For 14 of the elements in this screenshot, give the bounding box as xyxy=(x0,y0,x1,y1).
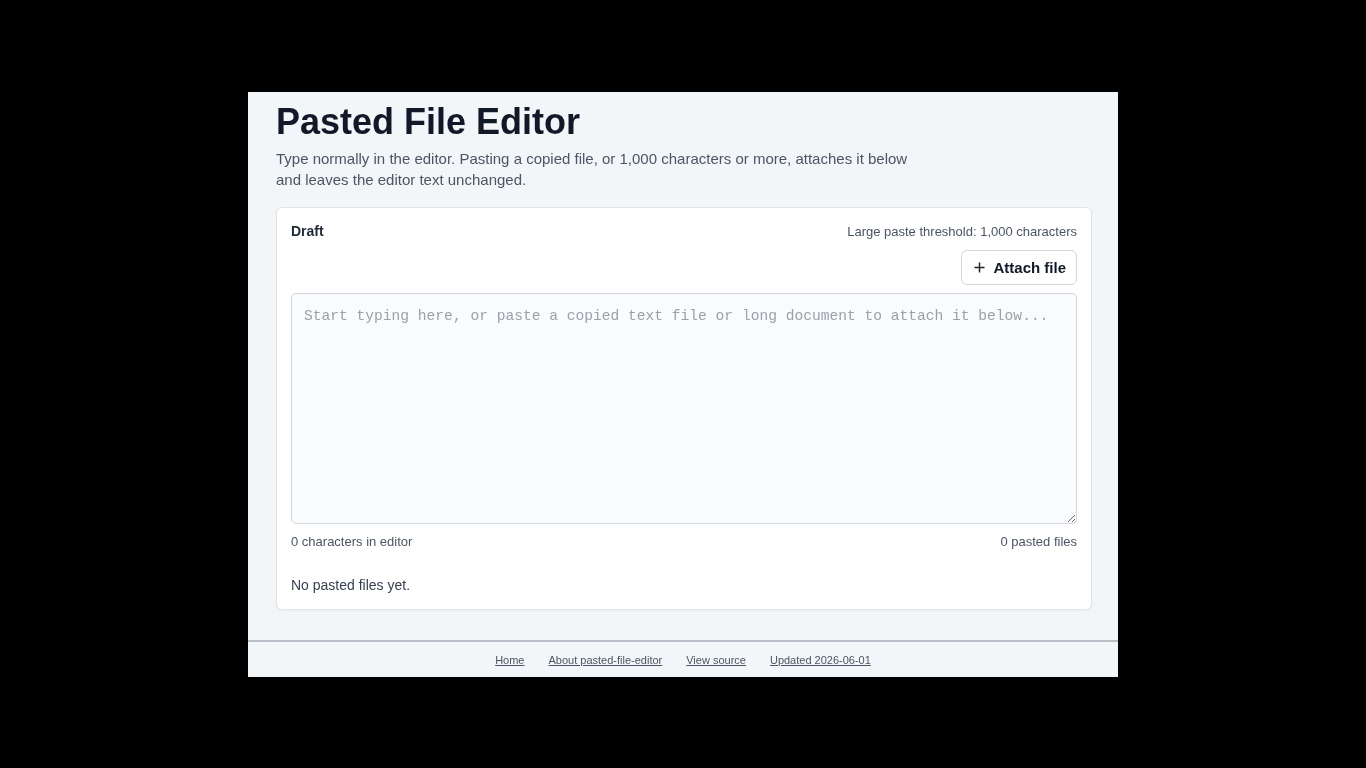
page-description: Type normally in the editor. Pasting a copied file, or 1,000 characters or more, attaches it below and leaves the editor text unchanged. xyxy=(276,149,909,190)
footer-link[interactable]: Home xyxy=(495,653,525,666)
footer-link[interactable]: Updated 2026-06-01 xyxy=(769,653,871,666)
draft-title: Draft xyxy=(291,223,324,239)
footer-link[interactable]: About pasted-file-editor xyxy=(548,653,663,666)
pasted-files-count: 0 pasted files xyxy=(1000,533,1077,549)
page-title: Pasted File Editor xyxy=(276,100,582,144)
text-editor-field[interactable]: Start typing here, or paste a copied text file or long document to attach it below... xyxy=(291,293,1077,524)
character-count: 0 characters in editor xyxy=(291,533,413,549)
attach-file-button[interactable]: Attach file xyxy=(961,250,1077,285)
threshold-text: Large paste threshold: 1,000 characters xyxy=(847,223,1077,239)
footer-link[interactable]: View source xyxy=(686,653,746,666)
empty-message: No pasted files yet. xyxy=(291,576,412,595)
plus-icon xyxy=(974,262,986,273)
